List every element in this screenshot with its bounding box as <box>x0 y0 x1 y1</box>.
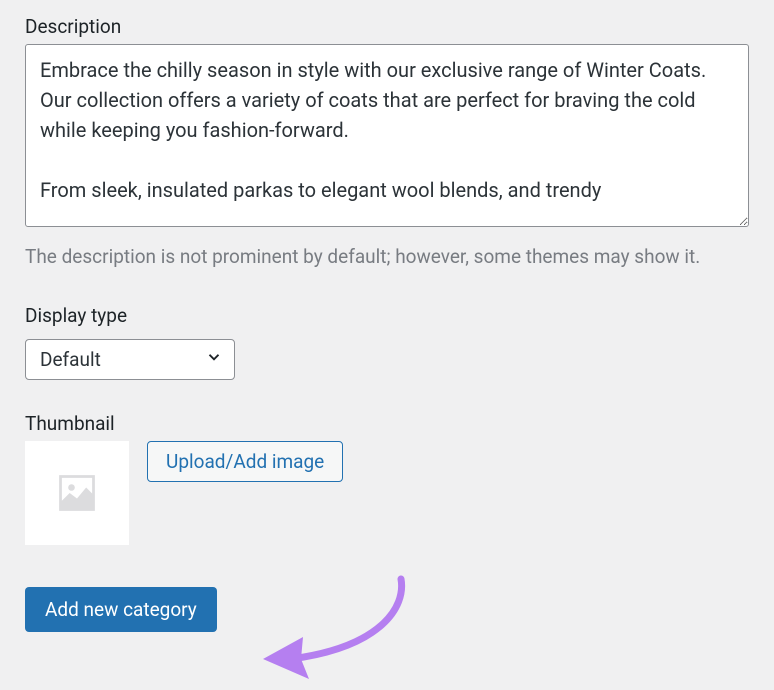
image-placeholder-icon <box>55 471 99 515</box>
description-textarea[interactable] <box>25 44 749 227</box>
description-label: Description <box>25 15 749 38</box>
add-new-category-button[interactable]: Add new category <box>25 587 217 632</box>
thumbnail-placeholder <box>25 441 129 545</box>
display-type-select[interactable]: Default <box>25 339 235 380</box>
thumbnail-label: Thumbnail <box>25 412 749 435</box>
display-type-label: Display type <box>25 304 749 327</box>
upload-image-button[interactable]: Upload/Add image <box>147 441 343 482</box>
thumbnail-group: Thumbnail Upload/Add image <box>25 412 749 545</box>
category-form-section: Description The description is not promi… <box>25 15 749 632</box>
thumbnail-row: Upload/Add image <box>25 441 749 545</box>
display-type-group: Display type Default <box>25 304 749 380</box>
description-help-text: The description is not prominent by defa… <box>25 243 749 272</box>
display-type-select-wrapper: Default <box>25 339 235 380</box>
arrow-annotation-icon <box>251 567 421 687</box>
